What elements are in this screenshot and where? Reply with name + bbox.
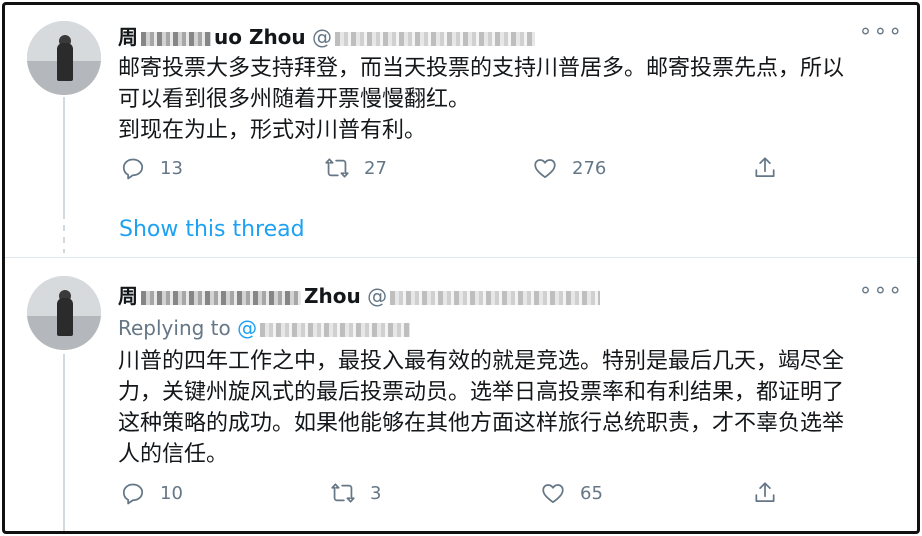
thread-line (63, 354, 65, 531)
tweet-text: 邮寄投票大多支持拜登，而当天投票的支持川普居多。邮寄投票先点，所以 可以看到很多… (118, 53, 898, 146)
like-button[interactable]: 65 (540, 480, 603, 506)
tweet-text: 川普的四年工作之中，最投入最有效的就是竞选。特别是最后几天，竭尽全 力，关键州旋… (118, 346, 898, 470)
tweet-1[interactable]: 周 uo Zhou @ ∘∘∘ 邮寄投票大多支持拜登，而当天投票的支持川普居多。邮… (5, 5, 917, 255)
retweet-icon (331, 483, 355, 503)
show-thread-link[interactable]: Show this thread (119, 217, 305, 242)
reply-icon (122, 483, 144, 505)
retweet-button[interactable]: 3 (330, 480, 381, 506)
reply-count: 10 (160, 482, 183, 504)
thread-line (63, 97, 65, 215)
more-icon[interactable]: ∘∘∘ (859, 278, 903, 303)
reply-target-handle[interactable]: @ (237, 316, 413, 340)
share-icon (755, 157, 775, 177)
replying-to: Replying to @ (118, 316, 413, 340)
redacted-handle (390, 290, 601, 305)
redacted-name (141, 290, 301, 305)
tweet-actions: 13 27 276 (118, 155, 798, 185)
more-icon[interactable]: ∘∘∘ (859, 19, 903, 44)
tweet-2[interactable]: 周 Zhou @ ∘∘∘ Replying to @ 川普的四年工作之中，最投入最… (5, 258, 917, 531)
avatar[interactable] (27, 21, 101, 95)
share-icon (755, 482, 775, 502)
tweet-header: 周 uo Zhou @ (118, 21, 538, 50)
retweet-icon (325, 158, 349, 178)
reply-icon (122, 158, 144, 180)
author-handle[interactable]: @ (367, 284, 603, 308)
retweet-button[interactable]: 27 (324, 155, 387, 181)
text-line: 川普的四年工作之中，最投入最有效的就是竞选。特别是最后几天，竭尽全 (118, 349, 845, 374)
heart-icon (542, 484, 564, 504)
retweet-count: 27 (364, 157, 387, 179)
reply-button[interactable]: 13 (120, 155, 183, 181)
text-line: 到现在为止，形式对川普有利。 (118, 118, 427, 143)
thread-dots (63, 213, 65, 253)
share-button[interactable] (752, 480, 792, 506)
text-line: 人的信任。 (118, 442, 229, 467)
like-count: 65 (580, 482, 603, 504)
redacted-handle (260, 322, 411, 337)
like-button[interactable]: 276 (532, 155, 606, 181)
tweet-header: 周 Zhou @ (118, 280, 603, 309)
retweet-count: 3 (370, 482, 382, 504)
author-handle[interactable]: @ (312, 25, 538, 49)
avatar[interactable] (27, 276, 101, 350)
tweet-actions: 10 3 65 (118, 480, 798, 510)
text-line: 力，关键州旋风式的最后投票动员。选举日高投票率和有利结果，都证明了 (118, 380, 845, 405)
text-line: 这种策略的成功。如果他能够在其他方面这样旅行总统职责，才不辜负选举 (118, 411, 845, 436)
author-name[interactable]: 周 uo Zhou (118, 25, 306, 49)
screenshot-frame: 周 uo Zhou @ ∘∘∘ 邮寄投票大多支持拜登，而当天投票的支持川普居多。邮… (2, 2, 920, 534)
like-count: 276 (572, 157, 607, 179)
text-line: 邮寄投票大多支持拜登，而当天投票的支持川普居多。邮寄投票先点，所以 (118, 56, 845, 81)
share-button[interactable] (752, 155, 792, 181)
reply-count: 13 (160, 157, 183, 179)
redacted-handle (335, 31, 536, 46)
heart-icon (534, 159, 556, 179)
reply-button[interactable]: 10 (120, 480, 183, 506)
redacted-name (141, 31, 211, 46)
text-line: 可以看到很多州随着开票慢慢翻红。 (118, 87, 471, 112)
author-name[interactable]: 周 Zhou (118, 284, 361, 308)
